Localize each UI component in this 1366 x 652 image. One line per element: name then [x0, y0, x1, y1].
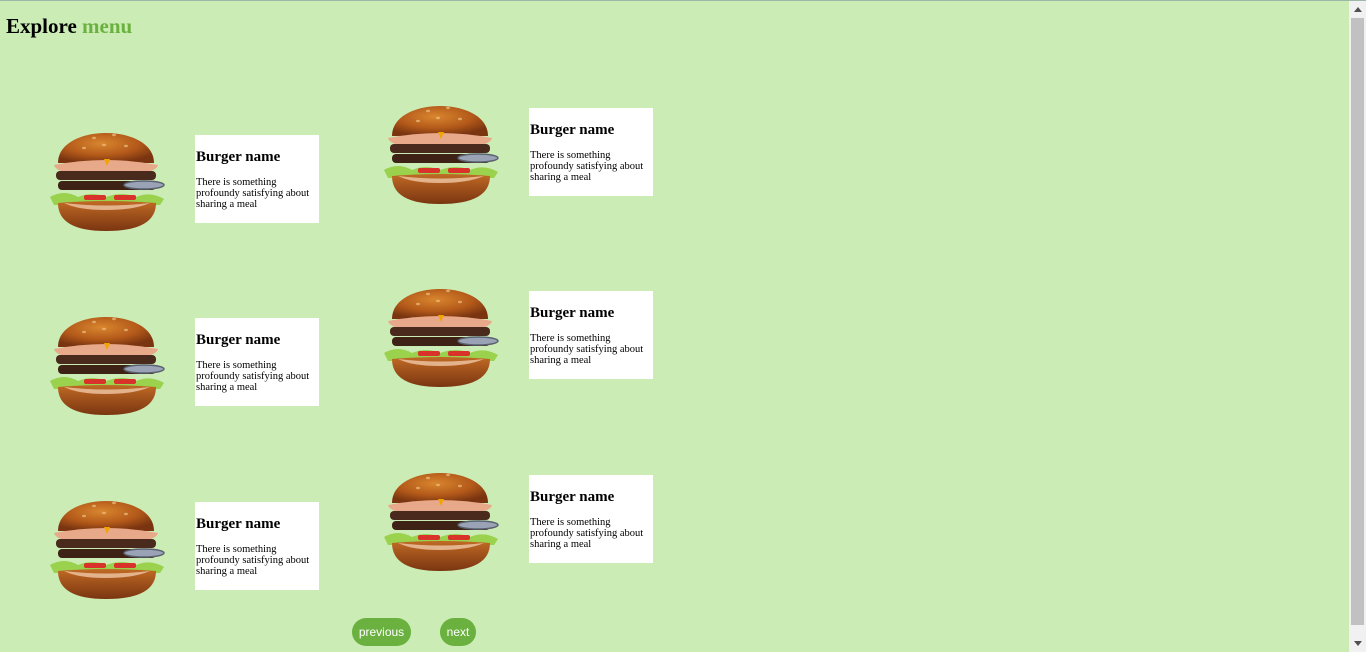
scrollbar-thumb[interactable]	[1351, 18, 1364, 625]
menu-item-description: There is something profoundy satisfying …	[530, 517, 644, 550]
menu-item-name: Burger name	[196, 149, 281, 165]
menu-item-name: Burger name	[530, 305, 615, 321]
title-accent: menu	[82, 14, 133, 38]
title-prefix: Explore	[6, 14, 77, 38]
page-title: Explore menu	[6, 14, 132, 39]
next-button[interactable]: next	[440, 618, 476, 646]
menu-item-description: There is something profoundy satisfying …	[530, 150, 644, 183]
vertical-scrollbar[interactable]	[1349, 1, 1366, 652]
menu-item-description: There is something profoundy satisfying …	[196, 177, 310, 210]
scroll-up-icon[interactable]	[1349, 1, 1366, 18]
previous-button[interactable]: previous	[352, 618, 411, 646]
burger-image	[44, 481, 168, 605]
menu-item-info: Burger name There is something profoundy…	[195, 318, 319, 406]
burger-image	[378, 453, 502, 577]
scroll-down-icon[interactable]	[1349, 635, 1366, 652]
menu-item-name: Burger name	[530, 489, 615, 505]
burger-image	[378, 269, 502, 393]
menu-item-name: Burger name	[196, 516, 281, 532]
menu-item-info: Burger name There is something profoundy…	[529, 108, 653, 196]
menu-item-name: Burger name	[530, 122, 615, 138]
burger-image	[378, 86, 502, 210]
menu-item-description: There is something profoundy satisfying …	[530, 333, 644, 366]
menu-item-description: There is something profoundy satisfying …	[196, 360, 310, 393]
menu-item-info: Burger name There is something profoundy…	[529, 475, 653, 563]
menu-item-info: Burger name There is something profoundy…	[195, 135, 319, 223]
menu-item-info: Burger name There is something profoundy…	[195, 502, 319, 590]
menu-item-description: There is something profoundy satisfying …	[196, 544, 310, 577]
menu-item-name: Burger name	[196, 332, 281, 348]
burger-image	[44, 113, 168, 237]
burger-image	[44, 297, 168, 421]
menu-item-info: Burger name There is something profoundy…	[529, 291, 653, 379]
